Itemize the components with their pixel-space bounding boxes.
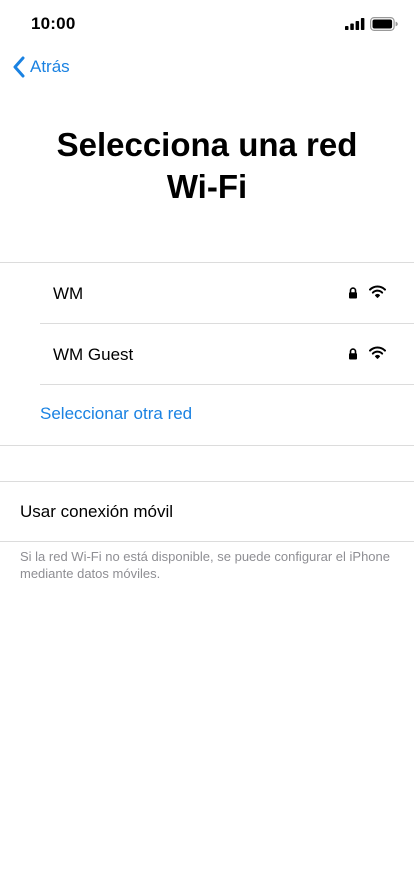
network-name: WM: [53, 284, 84, 303]
divider: [0, 541, 414, 542]
back-label: Atrás: [30, 57, 70, 76]
page-title: Selecciona una red Wi-Fi: [0, 124, 414, 208]
cellular-signal-icon: [345, 18, 365, 30]
lock-icon: [349, 287, 357, 299]
divider: [0, 445, 414, 446]
back-button[interactable]: Atrás: [12, 54, 70, 80]
battery-icon: [370, 17, 398, 31]
chevron-left-icon: [12, 56, 26, 78]
divider: [40, 384, 414, 385]
wifi-icon: [369, 346, 386, 359]
choose-other-network-link[interactable]: Seleccionar otra red: [40, 404, 192, 424]
page-title-line-1: Selecciona una red: [56, 126, 358, 163]
use-cellular-connection-button[interactable]: Usar conexión móvil: [0, 482, 414, 542]
status-time: 10:00: [31, 14, 76, 33]
wifi-icon: [369, 285, 386, 298]
network-row-wm-guest[interactable]: WM Guest: [40, 324, 414, 384]
status-bar: 10:00: [0, 0, 414, 48]
network-row-wm[interactable]: WM: [40, 263, 414, 323]
cellular-label: Usar conexión móvil: [20, 502, 174, 521]
cellular-footnote: Si la red Wi-Fi no está disponible, se p…: [20, 549, 390, 581]
page-title-line-2: Wi-Fi: [166, 168, 248, 205]
network-name: WM Guest: [53, 345, 134, 364]
lock-icon: [349, 348, 357, 360]
